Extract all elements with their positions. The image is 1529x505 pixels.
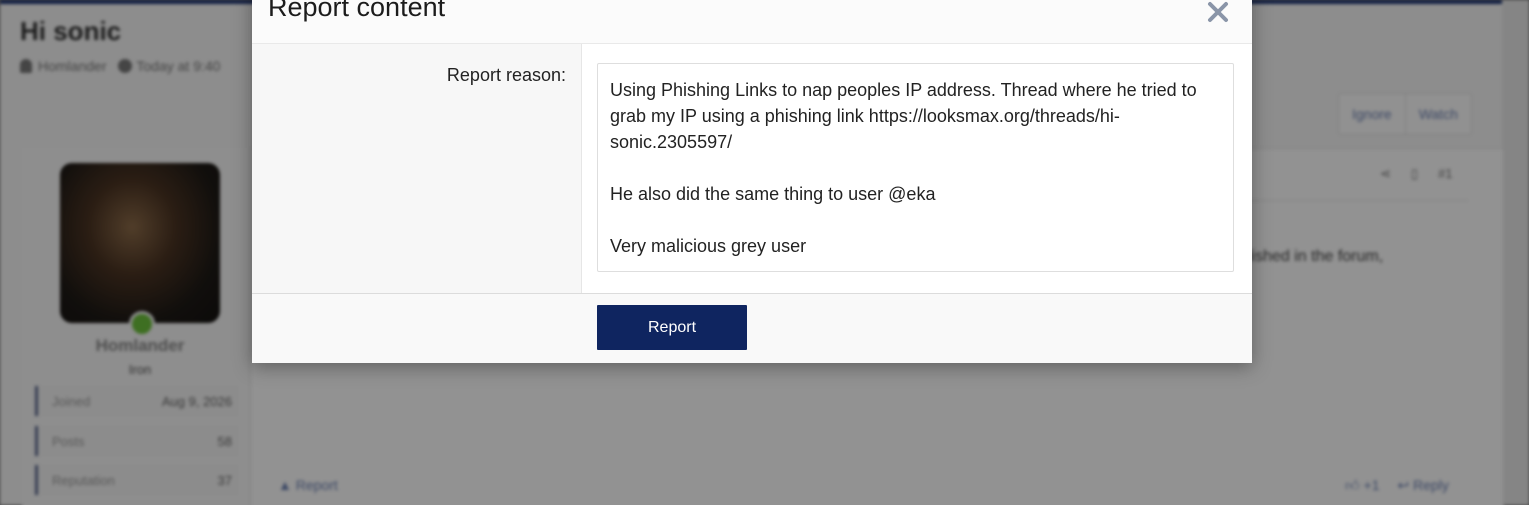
modal-header: Report content — [252, 0, 1252, 44]
modal-footer: Report — [252, 294, 1252, 363]
modal-body: Report reason: Using Phishing Links to n… — [252, 44, 1252, 294]
form-label-column: Report reason: — [252, 44, 582, 293]
report-reason-label: Report reason: — [446, 65, 566, 85]
report-reason-textarea[interactable]: Using Phishing Links to nap peoples IP a… — [597, 63, 1234, 272]
report-submit-button[interactable]: Report — [597, 305, 747, 350]
close-icon[interactable] — [1202, 0, 1234, 28]
modal-title: Report content — [268, 0, 446, 22]
report-modal: Report content Report reason: Using Phis… — [252, 0, 1252, 363]
